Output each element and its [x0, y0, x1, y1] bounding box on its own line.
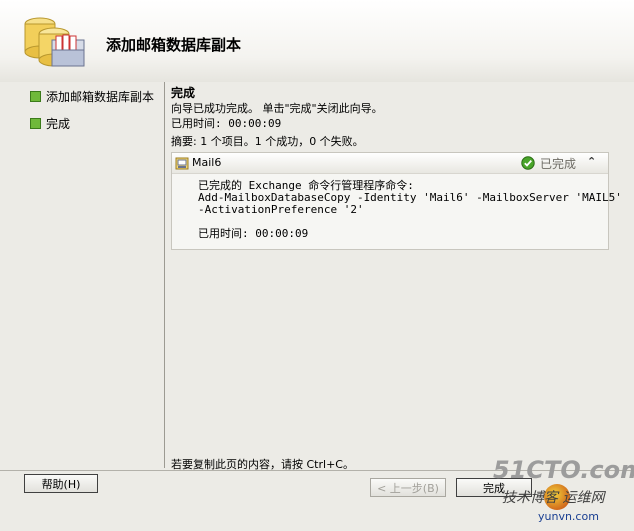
double-chevron-up-icon[interactable]: ⌃ [587, 155, 596, 168]
summary-text: 摘要: 1 个项目。1 个成功，0 个失败。 [171, 135, 364, 148]
step-label: 完成 [46, 116, 71, 131]
wizard-steps: 添加邮箱数据库副本 完成 [20, 86, 166, 140]
step-completion[interactable]: 完成 [20, 113, 166, 133]
watermark-tagline: 技术博客 运维网 [502, 490, 605, 506]
help-button[interactable]: 帮助(H) [24, 474, 98, 493]
check-circle-icon [521, 156, 535, 170]
result-panel-header[interactable]: Mail6 已完成 ⌃ [172, 153, 608, 174]
panel-elapsed-time: 已用时间: 00:00:09 [198, 227, 309, 240]
step-complete-icon [30, 117, 41, 129]
step-add-mailbox-database-copy[interactable]: 添加邮箱数据库副本 [20, 86, 166, 106]
completion-content: 完成 向导已成功完成。 单击"完成"关闭此向导。 已用时间: 00:00:09 … [171, 84, 611, 149]
watermark-brand: 51CTO.com [493, 456, 634, 484]
watermark: 51CTO.com 技术博客 运维网 yunvn.com [488, 454, 634, 531]
wizard-header: 添加邮箱数据库副本 [0, 0, 634, 82]
step-complete-icon [30, 90, 41, 102]
command-line: -ActivationPreference '2' [198, 203, 364, 216]
elapsed-time: 已用时间: 00:00:09 [171, 117, 282, 130]
status-label: 已完成 [540, 157, 577, 171]
back-button[interactable]: < 上一步(B) [370, 478, 446, 497]
wizard-title: 添加邮箱数据库副本 [106, 36, 242, 54]
step-label: 添加邮箱数据库副本 [46, 89, 155, 104]
completion-description: 向导已成功完成。 单击"完成"关闭此向导。 [171, 102, 383, 115]
sidebar-divider [164, 82, 165, 468]
server-name: Mail6 [192, 156, 222, 169]
result-panel: Mail6 已完成 ⌃ 已完成的 Exchange 命令行管理程序命令: Add-… [171, 152, 622, 250]
server-icon [175, 157, 189, 170]
page-title: 完成 [171, 86, 196, 100]
watermark-domain: yunvn.com [538, 510, 599, 523]
command-output: 已完成的 Exchange 命令行管理程序命令: Add-MailboxDatab… [172, 174, 622, 240]
database-copy-wizard-icon [24, 17, 85, 67]
